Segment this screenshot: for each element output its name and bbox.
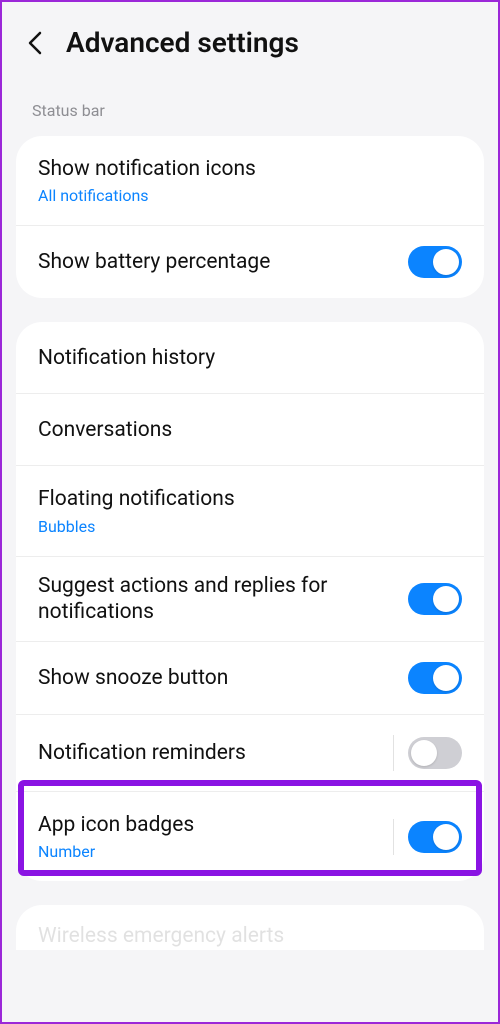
divider: [393, 735, 394, 771]
row-app-icon-badges[interactable]: App icon badges Number: [16, 792, 484, 881]
toggle-app-icon-badges[interactable]: [408, 821, 462, 853]
back-icon[interactable]: [22, 29, 50, 57]
row-title: Notification history: [38, 345, 450, 371]
card-status-bar: Show notification icons All notification…: [16, 136, 484, 298]
row-suggest-actions[interactable]: Suggest actions and replies for notifica…: [16, 557, 484, 643]
header: Advanced settings: [2, 2, 498, 73]
row-subtitle: Number: [38, 842, 381, 861]
card-cutoff: Wireless emergency alerts: [16, 905, 484, 949]
row-title: App icon badges: [38, 812, 381, 838]
section-label-status-bar: Status bar: [2, 73, 498, 130]
row-subtitle: Bubbles: [38, 517, 450, 536]
toggle-suggest-actions[interactable]: [408, 583, 462, 615]
divider: [393, 819, 394, 855]
page-title: Advanced settings: [66, 26, 299, 59]
row-notification-reminders[interactable]: Notification reminders: [16, 715, 484, 792]
row-title: Wireless emergency alerts: [38, 923, 462, 949]
row-show-snooze-button[interactable]: Show snooze button: [16, 642, 484, 715]
toggle-notification-reminders[interactable]: [408, 737, 462, 769]
row-title: Show notification icons: [38, 156, 450, 182]
toggle-show-battery-percentage[interactable]: [408, 246, 462, 278]
row-floating-notifications[interactable]: Floating notifications Bubbles: [16, 466, 484, 556]
row-title: Suggest actions and replies for notifica…: [38, 573, 396, 626]
toggle-show-snooze-button[interactable]: [408, 662, 462, 694]
row-subtitle: All notifications: [38, 186, 450, 205]
row-title: Notification reminders: [38, 740, 381, 766]
card-main: Notification history Conversations Float…: [16, 322, 484, 881]
row-title: Floating notifications: [38, 486, 450, 512]
row-notification-history[interactable]: Notification history: [16, 322, 484, 394]
row-show-notification-icons[interactable]: Show notification icons All notification…: [16, 136, 484, 226]
row-show-battery-percentage[interactable]: Show battery percentage: [16, 226, 484, 298]
row-title: Conversations: [38, 417, 450, 443]
row-conversations[interactable]: Conversations: [16, 394, 484, 466]
row-title: Show snooze button: [38, 665, 396, 691]
row-title: Show battery percentage: [38, 249, 396, 275]
